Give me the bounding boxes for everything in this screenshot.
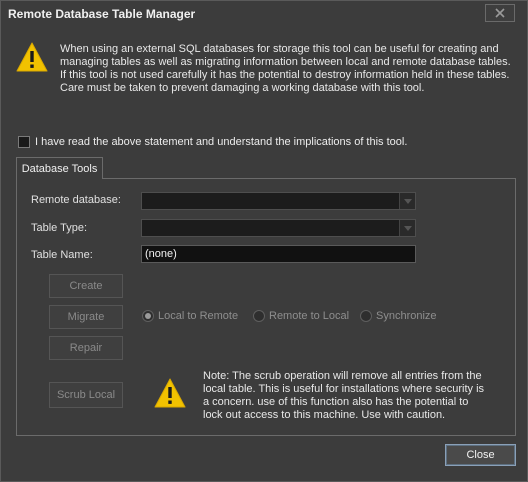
title-bar: Remote Database Table Manager <box>1 1 527 27</box>
table-name-field[interactable]: (none) <box>141 245 416 263</box>
note-line: a concern. use of this function also has… <box>203 396 469 408</box>
window-close-button[interactable] <box>485 4 515 22</box>
radio-label: Remote to Local <box>269 310 350 322</box>
table-type-label: Table Type: <box>31 222 88 234</box>
acknowledge-label[interactable]: I have read the above statement and unde… <box>35 136 407 148</box>
radio-remote-to-local[interactable]: Remote to Local <box>253 310 349 322</box>
note-line: Note: The scrub operation will remove al… <box>203 370 482 382</box>
scrub-note: Note: The scrub operation will remove al… <box>203 370 484 422</box>
window-title: Remote Database Table Manager <box>8 7 196 21</box>
migrate-button[interactable]: Migrate <box>49 305 123 329</box>
radio-dot <box>253 310 265 322</box>
scrub-local-button[interactable]: Scrub Local <box>49 382 123 408</box>
warning-icon <box>16 42 48 72</box>
repair-button[interactable]: Repair <box>49 336 123 360</box>
warning-line: If this tool is not used carefully it ha… <box>60 69 510 81</box>
dialog-window: Remote Database Table Manager When using… <box>0 0 528 482</box>
tab-database-tools[interactable]: Database Tools <box>16 157 103 179</box>
radio-label: Local to Remote <box>158 310 239 322</box>
warning-line: managing tables as well as migrating inf… <box>60 56 511 68</box>
radio-synchronize[interactable]: Synchronize <box>360 310 437 322</box>
chevron-down-icon <box>399 193 415 209</box>
radio-dot <box>360 310 372 322</box>
note-line: local table. This is useful for installa… <box>203 383 485 395</box>
chevron-down-icon <box>399 220 415 236</box>
create-button[interactable]: Create <box>49 274 123 298</box>
close-icon <box>495 8 505 18</box>
acknowledge-checkbox[interactable] <box>18 136 30 148</box>
remote-database-label: Remote database: <box>31 194 121 206</box>
remote-database-select[interactable] <box>141 192 416 210</box>
table-type-select[interactable] <box>141 219 416 237</box>
warning-text: When using an external SQL databases for… <box>60 43 511 95</box>
radio-local-to-remote[interactable]: Local to Remote <box>142 310 238 322</box>
close-button[interactable]: Close <box>445 444 516 466</box>
warning-line: When using an external SQL databases for… <box>60 43 499 55</box>
radio-dot <box>142 310 154 322</box>
radio-label: Synchronize <box>376 310 437 322</box>
table-name-label: Table Name: <box>31 249 93 261</box>
warning-icon <box>154 378 186 408</box>
note-line: lock out access to this machine. Use wit… <box>203 409 446 421</box>
warning-line: Care must be taken to prevent damaging a… <box>60 82 425 94</box>
